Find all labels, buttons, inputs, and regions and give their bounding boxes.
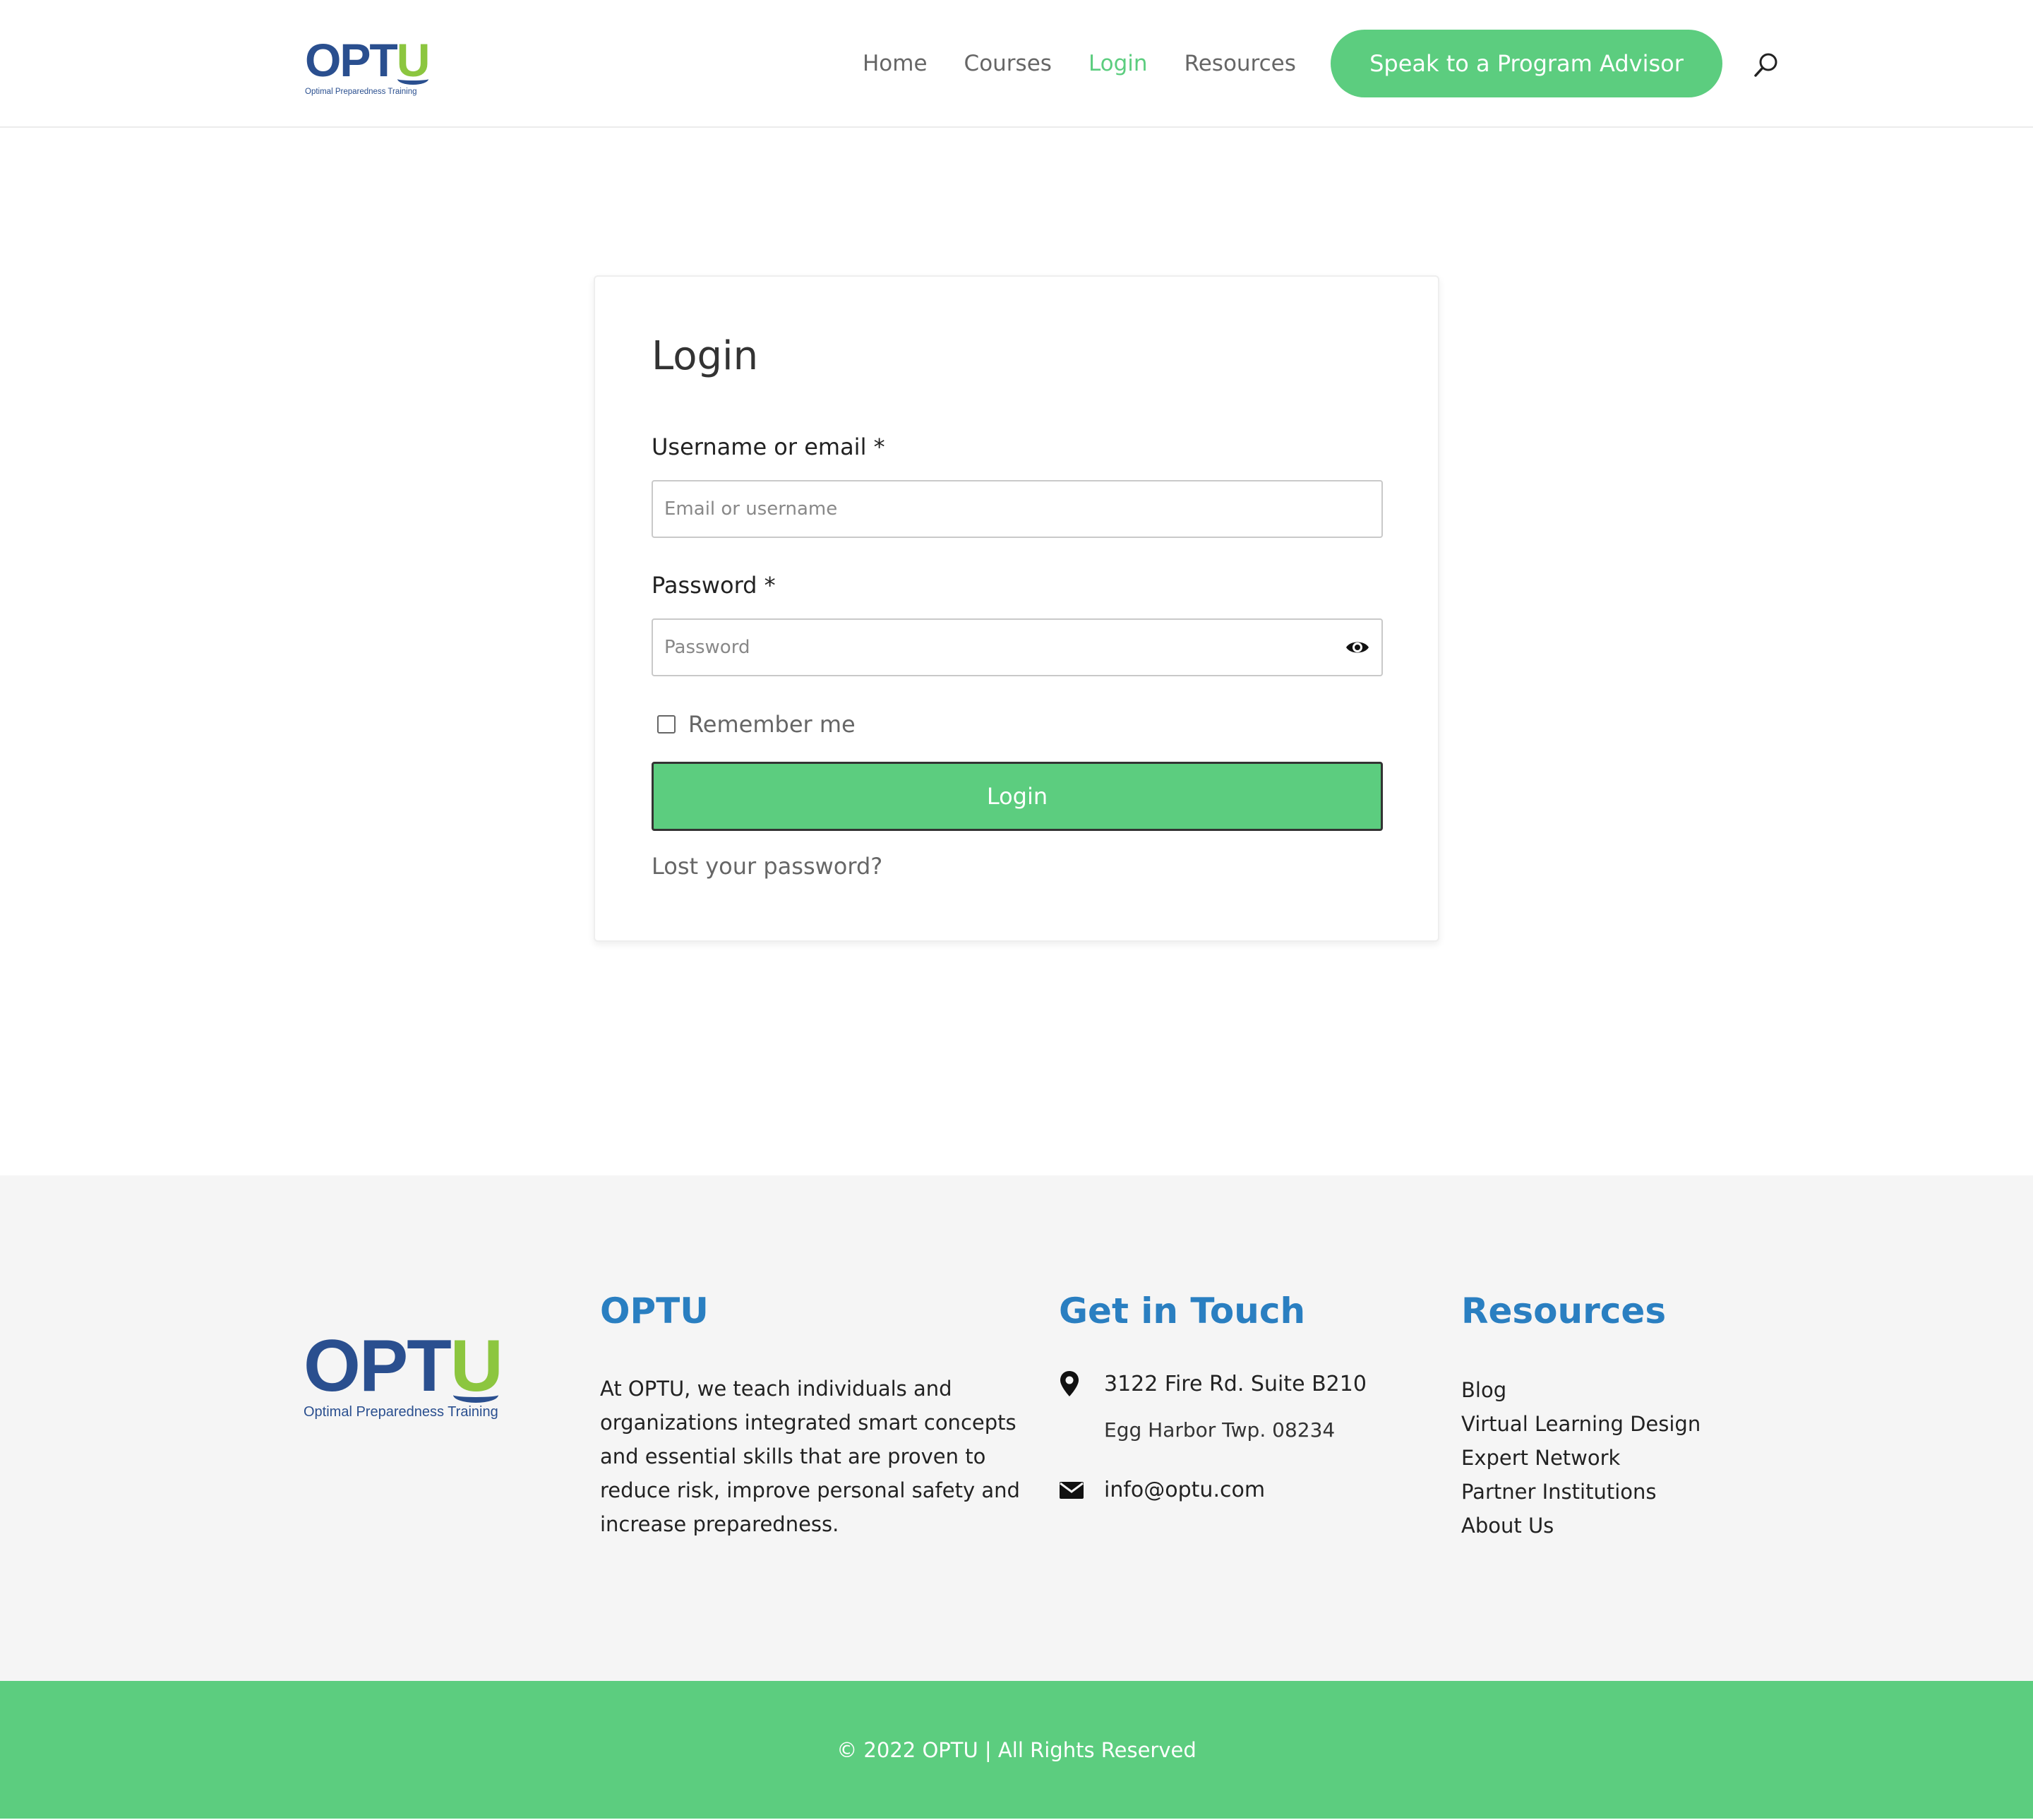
eye-icon[interactable]: [1345, 637, 1370, 658]
copyright-bar: © 2022 OPTU | All Rights Reserved: [0, 1681, 2033, 1819]
site-header: OPT U Optimal Preparedness Training Home…: [0, 0, 2033, 128]
remember-me-checkbox[interactable]: [657, 715, 676, 734]
remember-me: Remember me: [657, 711, 856, 738]
login-card: Login Username or email * Password * Rem…: [594, 275, 1439, 942]
footer-logo-smile-icon: [453, 1387, 499, 1403]
copyright-text: © 2022 OPTU | All Rights Reserved: [836, 1737, 1197, 1762]
search-icon[interactable]: [1752, 51, 1780, 79]
login-submit-button[interactable]: Login: [652, 762, 1383, 831]
footer-logo-opt: OPT: [304, 1325, 452, 1407]
address-line-1: 3122 Fire Rd. Suite B210: [1104, 1371, 1367, 1396]
footer-about-text: At OPTU, we teach individuals and organi…: [600, 1377, 1020, 1536]
footer-logo-u: U: [450, 1329, 503, 1403]
logo-u: U: [397, 37, 430, 85]
nav-resources[interactable]: Resources: [1185, 42, 1296, 85]
logo-opt: OPT: [305, 34, 398, 86]
map-pin-icon: [1060, 1371, 1079, 1396]
login-title: Login: [652, 333, 759, 379]
footer-resources-list: Blog Virtual Learning Design Expert Netw…: [1461, 1373, 1701, 1543]
footer-logo-wordmark: OPT U: [304, 1329, 515, 1403]
email-link[interactable]: info@optu.com: [1104, 1478, 1265, 1502]
logo-tagline: Optimal Preparedness Training: [305, 88, 417, 96]
lost-password-link[interactable]: Lost your password?: [652, 853, 882, 880]
resource-link-blog[interactable]: Blog: [1461, 1373, 1701, 1407]
username-label: Username or email *: [652, 433, 885, 460]
contact-email: info@optu.com: [1059, 1478, 1265, 1502]
footer-resources-title: Resources: [1461, 1291, 1667, 1331]
password-input[interactable]: [652, 618, 1383, 676]
resource-link-expert-network[interactable]: Expert Network: [1461, 1441, 1701, 1475]
envelope-icon: [1060, 1481, 1084, 1499]
contact-address: 3122 Fire Rd. Suite B210: [1059, 1370, 1367, 1398]
footer-contact-title: Get in Touch: [1059, 1291, 1306, 1331]
remember-me-label[interactable]: Remember me: [688, 711, 856, 738]
address-line-2: Egg Harbor Twp. 08234: [1104, 1418, 1336, 1442]
password-label: Password *: [652, 572, 776, 599]
resource-link-partner-institutions[interactable]: Partner Institutions: [1461, 1475, 1701, 1509]
resource-link-virtual-learning-design[interactable]: Virtual Learning Design: [1461, 1407, 1701, 1441]
nav-home[interactable]: Home: [863, 42, 928, 85]
nav-courses[interactable]: Courses: [964, 42, 1052, 85]
main-nav: Home Courses Login Resources: [863, 42, 1333, 85]
header-logo[interactable]: OPT U Optimal Preparedness Training: [305, 37, 439, 96]
footer-about-title: OPTU: [600, 1291, 709, 1331]
speak-to-advisor-button[interactable]: Speak to a Program Advisor: [1331, 30, 1722, 97]
logo-wordmark: OPT U: [305, 34, 439, 86]
site-footer: OPT U Optimal Preparedness Training OPTU…: [0, 1175, 2033, 1681]
nav-login[interactable]: Login: [1089, 42, 1148, 85]
resource-link-about-us[interactable]: About Us: [1461, 1509, 1701, 1543]
username-input[interactable]: [652, 480, 1383, 538]
logo-smile-icon: [397, 73, 428, 85]
footer-logo: OPT U Optimal Preparedness Training: [304, 1329, 515, 1420]
